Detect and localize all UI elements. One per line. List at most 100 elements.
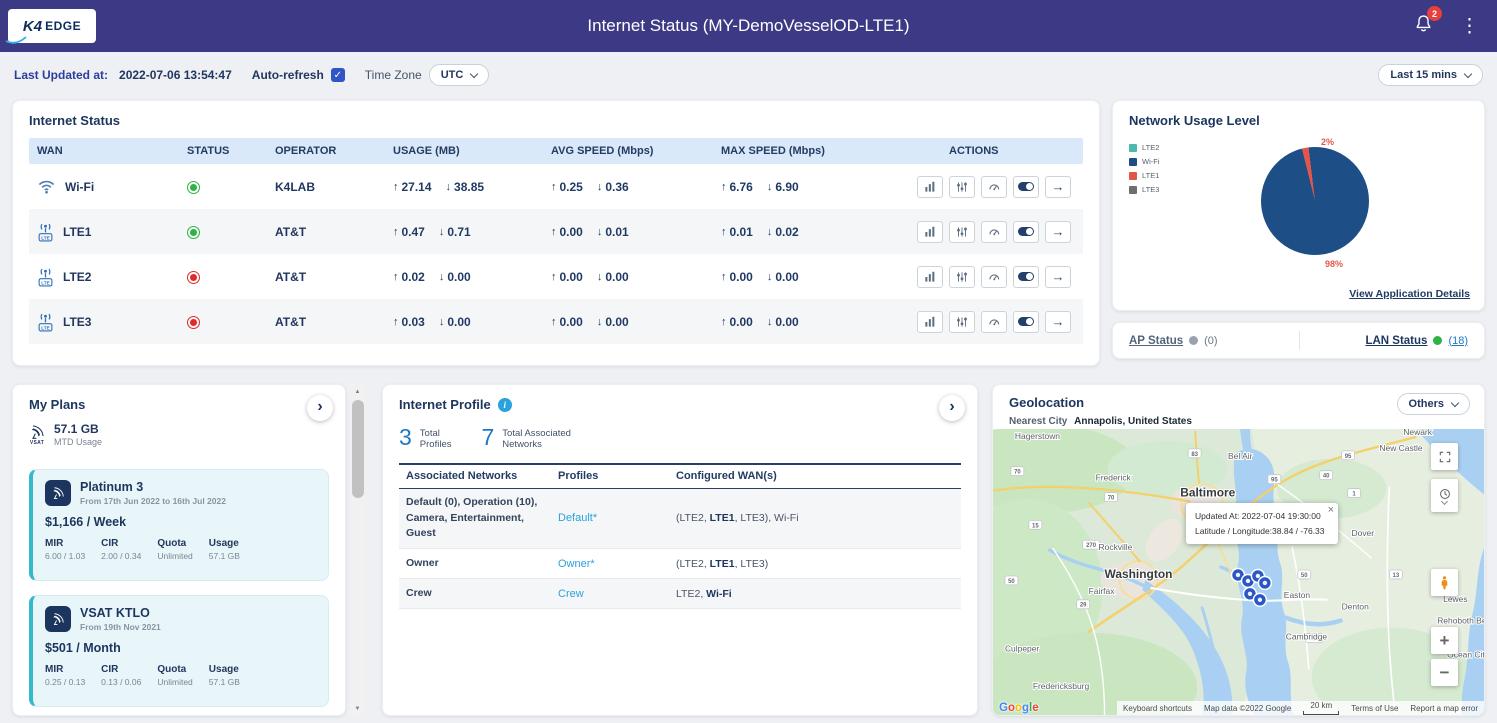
notification-badge: 2 (1427, 6, 1442, 21)
config-action-button[interactable] (949, 221, 975, 243)
details-action-button[interactable]: → (1045, 266, 1071, 288)
legend-label: LTE2 (1142, 143, 1159, 152)
notification-bell-icon[interactable]: 2 (1413, 13, 1434, 39)
vertical-scrollbar[interactable]: ▲ ▼ (350, 384, 365, 716)
total-networks-stat: 7 Total AssociatedNetworks (481, 426, 570, 451)
chevron-down-icon (470, 69, 478, 77)
upload-arrow-icon: ↑ (551, 316, 557, 328)
plan-card-platinum3[interactable]: Platinum 3 From 17th Jun 2022 to 16th Ju… (29, 469, 329, 581)
report-map-error-link[interactable]: Report a map error (1410, 704, 1478, 713)
profile-row-default: Default (0), Operation (10), Camera, Ent… (399, 489, 961, 549)
scroll-up-arrow[interactable]: ▲ (350, 384, 365, 399)
col-operator: OPERATOR (267, 145, 385, 157)
scale-bar (1303, 711, 1339, 715)
scroll-thumb[interactable] (352, 400, 364, 498)
usage-pie-chart[interactable] (1261, 147, 1369, 255)
my-plans-title: My Plans (29, 397, 329, 412)
speedtest-action-button[interactable] (981, 176, 1007, 198)
status-down-dot (187, 316, 200, 329)
operator-value: AT&T (267, 315, 385, 329)
map[interactable]: 7070839595401975050270301131529Hagerstow… (993, 429, 1484, 715)
my-plans-expand-button[interactable]: › (307, 395, 333, 421)
profile-link[interactable]: Default* (558, 512, 597, 524)
keyboard-shortcuts-link[interactable]: Keyboard shortcuts (1123, 704, 1192, 713)
stats-action-button[interactable] (917, 266, 943, 288)
last-updated-label: Last Updated at: (14, 68, 108, 82)
history-button[interactable] (1431, 479, 1458, 512)
view-application-details-link[interactable]: View Application Details (1349, 288, 1470, 300)
internet-profile-card: Internet Profile i › 3 TotalProfiles 7 T… (382, 384, 978, 716)
lan-status-count[interactable]: (18) (1448, 335, 1468, 347)
svg-text:70: 70 (1108, 496, 1115, 502)
speedtest-action-button[interactable] (981, 266, 1007, 288)
config-action-button[interactable] (949, 311, 975, 333)
fullscreen-button[interactable] (1431, 443, 1458, 470)
plan-card-vsat-ktlo[interactable]: VSAT KTLO From 19th Nov 2021 $501 / Mont… (29, 595, 329, 707)
upload-arrow-icon: ↑ (393, 181, 399, 193)
svg-text:270: 270 (1086, 543, 1097, 549)
geolocation-filter-select[interactable]: Others (1397, 393, 1470, 415)
toolbar: Last Updated at: 2022-07-06 13:54:47 Aut… (0, 52, 1497, 98)
stats-action-button[interactable] (917, 221, 943, 243)
time-range-select[interactable]: Last 15 mins (1378, 64, 1483, 86)
speedtest-action-button[interactable] (981, 311, 1007, 333)
pegman-button[interactable] (1431, 569, 1458, 596)
popup-close-icon[interactable]: × (1328, 504, 1334, 516)
details-action-button[interactable]: → (1045, 311, 1071, 333)
route-shield: 95 (1268, 475, 1281, 484)
stats-action-button[interactable] (917, 311, 943, 333)
max-up: 6.76 (730, 180, 753, 194)
stat-label: Networks (502, 439, 571, 450)
k4-edge-logo[interactable]: K4 EDGE (8, 9, 96, 43)
upload-arrow-icon: ↑ (551, 226, 557, 238)
scroll-down-arrow[interactable]: ▼ (350, 701, 365, 716)
route-shield: 40 (1320, 471, 1333, 480)
plan-price: $501 / Month (45, 641, 316, 655)
profile-link[interactable]: Owner* (558, 558, 595, 570)
stats-action-button[interactable] (917, 176, 943, 198)
profile-link[interactable]: Crew (558, 588, 584, 600)
toggle-action-button[interactable] (1013, 311, 1039, 333)
internet-status-card: Internet Status WAN STATUS OPERATOR USAG… (12, 100, 1100, 366)
details-action-button[interactable]: → (1045, 176, 1071, 198)
info-icon[interactable]: i (498, 398, 512, 412)
internet-profile-expand-button[interactable]: › (939, 395, 965, 421)
wans-text: (LTE2, (676, 512, 710, 524)
my-plans-card: My Plans › VSAT 57.1 GB MTD Usage Platin… (12, 384, 346, 716)
details-action-button[interactable]: → (1045, 221, 1071, 243)
wans-text: (LTE2, (676, 558, 710, 570)
lte-antenna-icon (37, 267, 54, 287)
avg-up: 0.25 (560, 180, 583, 194)
svg-text:29: 29 (1080, 603, 1087, 609)
config-action-button[interactable] (949, 266, 975, 288)
legend-item: LTE2 (1129, 143, 1160, 152)
toggle-action-button[interactable] (1013, 176, 1039, 198)
kebab-menu-icon[interactable]: ⋮ (1460, 17, 1479, 36)
internet-profile-title: Internet Profile (399, 397, 491, 412)
download-arrow-icon: ↓ (767, 271, 773, 283)
auto-refresh-checkbox[interactable]: ✓ (331, 68, 345, 82)
toggle-on-icon (1018, 272, 1034, 281)
toggle-action-button[interactable] (1013, 266, 1039, 288)
zoom-in-button[interactable]: + (1431, 627, 1458, 654)
config-action-button[interactable] (949, 176, 975, 198)
usage-down: 38.85 (454, 180, 484, 194)
mir-value: 0.25 / 0.13 (45, 677, 85, 687)
zoom-out-button[interactable]: − (1431, 659, 1458, 686)
legend-item: LTE3 (1129, 185, 1160, 194)
legend-item: LTE1 (1129, 171, 1160, 180)
map-canvas[interactable]: 7070839595401975050270301131529Hagerstow… (993, 429, 1484, 715)
pie-legend: LTE2 Wi-Fi LTE1 LTE3 (1129, 143, 1160, 199)
toggle-action-button[interactable] (1013, 221, 1039, 243)
arrow-right-icon: → (1052, 180, 1065, 193)
ap-status-link[interactable]: AP Status (1129, 335, 1183, 347)
arrow-right-icon: → (1052, 315, 1065, 328)
lan-status-link[interactable]: LAN Status (1365, 335, 1427, 347)
usage-down: 0.00 (447, 270, 470, 284)
terms-of-use-link[interactable]: Terms of Use (1351, 704, 1398, 713)
speedtest-action-button[interactable] (981, 221, 1007, 243)
wan-name: Wi-Fi (65, 180, 94, 194)
timezone-select[interactable]: UTC (429, 64, 490, 86)
stat-label: Total (420, 428, 452, 439)
status-down-dot (187, 271, 200, 284)
